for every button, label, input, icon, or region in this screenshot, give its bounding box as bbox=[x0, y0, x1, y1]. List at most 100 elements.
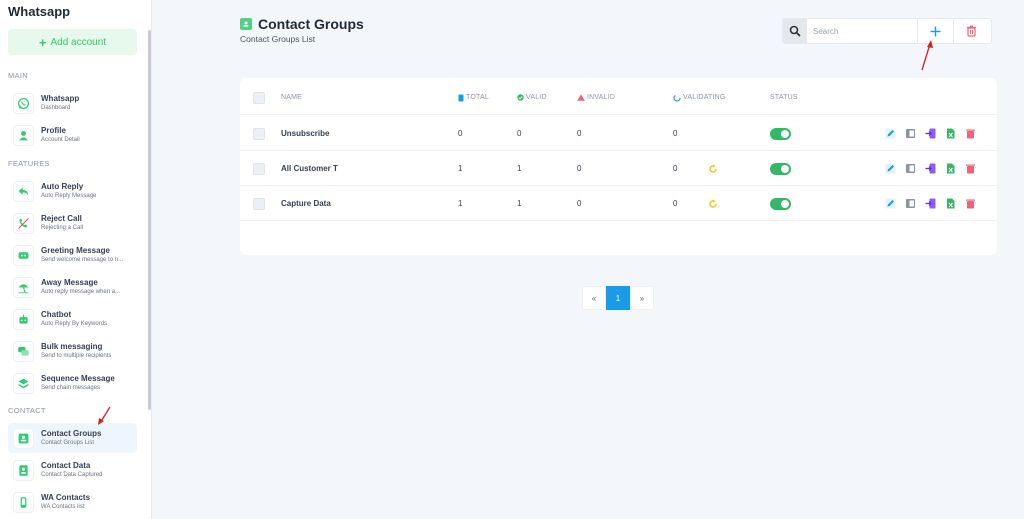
pagination-prev[interactable]: « bbox=[582, 286, 606, 310]
import-button[interactable] bbox=[925, 163, 936, 174]
search-input[interactable] bbox=[807, 19, 917, 43]
edit-button[interactable] bbox=[885, 128, 896, 139]
check-circle-icon bbox=[517, 94, 524, 101]
total-count: 0 bbox=[458, 129, 463, 138]
contact-data-icon bbox=[13, 459, 34, 481]
delete-button[interactable] bbox=[965, 128, 976, 139]
status-toggle[interactable] bbox=[770, 162, 791, 175]
pagination-page[interactable]: 1 bbox=[606, 286, 630, 310]
phone-off-icon bbox=[13, 212, 34, 234]
delete-groups-button[interactable] bbox=[953, 19, 989, 43]
sidebar-item-title: Away Message bbox=[41, 277, 98, 287]
sidebar-item-greeting-message[interactable]: Greeting Message Send welcome message to … bbox=[8, 240, 137, 270]
sidebar-item-reject-call[interactable]: Reject Call Rejecting a Call bbox=[8, 208, 137, 238]
invalid-count: 0 bbox=[577, 164, 582, 173]
sidebar-item-sequence-message[interactable]: Sequence Message Send chain messages bbox=[8, 368, 137, 398]
sidebar-item-wa-contacts[interactable]: WA Contacts WA Contacts list bbox=[8, 487, 137, 517]
toolbar bbox=[782, 18, 992, 44]
table-row: All Customer T 1 1 0 0 bbox=[240, 151, 997, 186]
plus-icon bbox=[930, 26, 941, 36]
import-button[interactable] bbox=[925, 128, 936, 139]
column-header-status[interactable]: STATUS bbox=[770, 80, 798, 115]
edit-icon bbox=[885, 128, 896, 139]
details-button[interactable] bbox=[905, 128, 916, 139]
sidebar-item-contact-groups[interactable]: Contact Groups Contact Groups List bbox=[8, 423, 137, 453]
app-title: Whatsapp bbox=[8, 4, 71, 19]
warning-icon bbox=[577, 94, 585, 101]
sidebar-item-title: Contact Groups bbox=[41, 428, 102, 438]
sidebar-item-profile[interactable]: Profile Account Detail bbox=[8, 120, 137, 150]
excel-icon bbox=[947, 163, 955, 174]
contact-card-icon bbox=[13, 427, 34, 449]
group-name[interactable]: Capture Data bbox=[281, 186, 331, 221]
sidebar: Whatsapp + Add account MAIN Whatsapp Dash… bbox=[0, 0, 152, 519]
sidebar-item-title: Reject Call bbox=[41, 213, 82, 223]
import-icon bbox=[925, 128, 936, 139]
reply-icon bbox=[13, 180, 34, 202]
column-header-valid[interactable]: VALID bbox=[526, 94, 547, 101]
sidebar-item-title: Sequence Message bbox=[41, 373, 115, 383]
add-account-label: Add account bbox=[50, 36, 107, 48]
details-button[interactable] bbox=[905, 163, 916, 174]
valid-count: 0 bbox=[517, 129, 522, 138]
greeting-icon bbox=[13, 244, 34, 266]
import-button[interactable] bbox=[925, 198, 936, 209]
delete-button[interactable] bbox=[965, 198, 976, 209]
column-header-invalid[interactable]: INVALID bbox=[587, 94, 615, 101]
whatsapp-icon bbox=[13, 92, 34, 114]
export-button[interactable] bbox=[945, 163, 956, 174]
add-account-button[interactable]: + Add account bbox=[8, 29, 137, 55]
refresh-button[interactable] bbox=[708, 186, 718, 221]
annotation-arrow-icon bbox=[921, 40, 933, 71]
sidebar-item-subtitle: Dashboard bbox=[41, 104, 71, 111]
edit-button[interactable] bbox=[885, 163, 896, 174]
book-icon bbox=[906, 164, 915, 173]
section-label-features: FEATURES bbox=[8, 159, 50, 168]
column-header-name[interactable]: NAME bbox=[281, 80, 302, 115]
phone-icon bbox=[13, 491, 34, 513]
refresh-icon bbox=[709, 163, 717, 173]
status-toggle[interactable] bbox=[770, 197, 791, 210]
edit-button[interactable] bbox=[885, 198, 896, 209]
refresh-button[interactable] bbox=[708, 151, 718, 186]
sidebar-item-subtitle: Auto Reply Message bbox=[41, 192, 97, 199]
sidebar-item-whatsapp[interactable]: Whatsapp Dashboard bbox=[8, 88, 137, 118]
row-checkbox[interactable] bbox=[253, 197, 265, 210]
trash-icon bbox=[966, 199, 975, 209]
export-button[interactable] bbox=[945, 128, 956, 139]
sidebar-item-chatbot[interactable]: Chatbot Auto Reply By Keywords bbox=[8, 304, 137, 334]
search-button[interactable] bbox=[783, 19, 807, 43]
sidebar-item-subtitle: Send welcome message to n... bbox=[41, 256, 124, 263]
sidebar-item-subtitle: Send to multiple recipients bbox=[41, 352, 112, 359]
page-subtitle: Contact Groups List bbox=[240, 34, 316, 44]
annotation-arrow-icon bbox=[98, 406, 111, 425]
sidebar-item-auto-reply[interactable]: Auto Reply Auto Reply Message bbox=[8, 176, 137, 206]
column-header-total[interactable]: TOTAL bbox=[466, 94, 489, 101]
details-button[interactable] bbox=[905, 198, 916, 209]
export-button[interactable] bbox=[945, 198, 956, 209]
validating-count: 0 bbox=[673, 164, 678, 173]
delete-button[interactable] bbox=[965, 163, 976, 174]
select-all-checkbox[interactable] bbox=[253, 91, 265, 104]
group-name[interactable]: Unsubscribe bbox=[281, 116, 329, 151]
plus-icon: + bbox=[38, 34, 47, 50]
sidebar-item-title: Greeting Message bbox=[41, 245, 110, 255]
row-checkbox[interactable] bbox=[253, 162, 265, 175]
column-header-validating[interactable]: VALIDATING bbox=[683, 94, 726, 101]
import-icon bbox=[925, 163, 936, 174]
table-row: Capture Data 1 1 0 0 bbox=[240, 186, 997, 221]
contact-groups-table: NAME TOTAL VALID INVALID VALIDATING STAT… bbox=[240, 78, 997, 255]
sidebar-item-contact-data[interactable]: Contact Data Contact Data Captured bbox=[8, 455, 137, 485]
sidebar-item-subtitle: Contact Data Captured bbox=[41, 471, 103, 478]
sidebar-item-away-message[interactable]: Away Message Auto reply message when a... bbox=[8, 272, 137, 302]
sidebar-item-bulk-messaging[interactable]: Bulk messaging Send to multiple recipient… bbox=[8, 336, 137, 366]
book-icon bbox=[906, 129, 915, 138]
group-name[interactable]: All Customer T bbox=[281, 151, 338, 186]
row-checkbox[interactable] bbox=[253, 127, 265, 140]
valid-count: 1 bbox=[517, 164, 522, 173]
status-toggle[interactable] bbox=[770, 127, 791, 140]
sidebar-item-title: Bulk messaging bbox=[41, 341, 103, 351]
sidebar-scrollbar[interactable] bbox=[148, 30, 151, 410]
pagination-next[interactable]: » bbox=[630, 286, 654, 310]
sidebar-item-subtitle: Contact Groups List bbox=[41, 439, 95, 446]
